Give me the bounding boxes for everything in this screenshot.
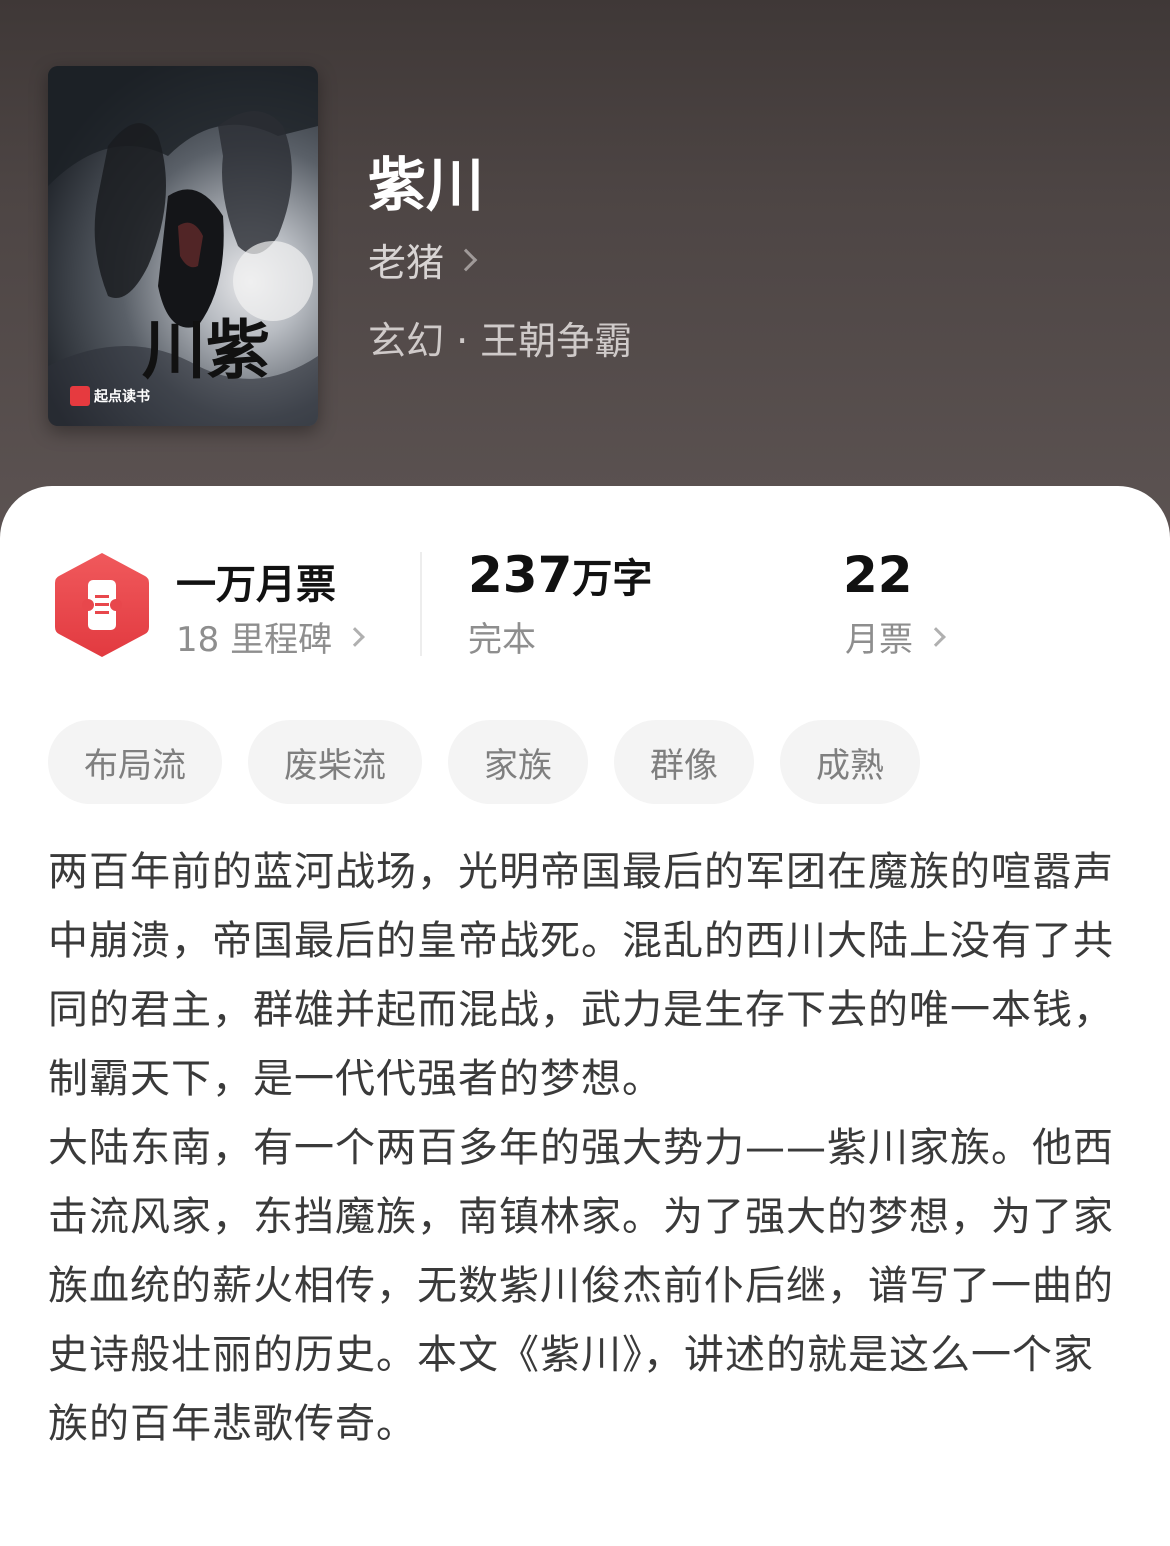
tag-chip[interactable]: 废柴流 [248, 720, 422, 804]
word-count-number: 237 [468, 546, 573, 604]
tag-chip[interactable]: 群像 [614, 720, 754, 804]
milestones-label: 18 里程碑 [176, 620, 333, 660]
word-count: 237 万字 [468, 546, 652, 604]
milestones-link[interactable]: 18 里程碑 [176, 612, 365, 661]
monthly-ticket-count: 22 [843, 546, 913, 604]
qidian-logo-icon [70, 386, 90, 406]
cover-title-art: 紫川 [131, 316, 270, 376]
book-header: 紫川 起点读书 紫川 老猪 玄幻 · 王朝争霸 [0, 0, 1170, 560]
tag-chip[interactable]: 成熟 [780, 720, 920, 804]
stats-row: 一万月票 18 里程碑 237 万字 完本 22 月票 [0, 546, 1170, 666]
chevron-right-icon [454, 248, 478, 271]
tag-list: 布局流 废柴流 家族 群像 成熟 [48, 720, 920, 804]
book-title: 紫川 [368, 151, 485, 219]
book-description[interactable]: 两百年前的蓝河战场，光明帝国最后的军团在魔族的喧嚣声中崩溃，帝国最后的皇帝战死。… [48, 838, 1123, 1459]
stats-divider [420, 552, 422, 656]
publisher-logo: 起点读书 [70, 386, 150, 406]
description-paragraph: 两百年前的蓝河战场，光明帝国最后的军团在魔族的喧嚣声中崩溃，帝国最后的皇帝战死。… [48, 849, 1114, 1102]
word-count-unit: 万字 [572, 556, 653, 602]
book-detail-sheet: 一万月票 18 里程碑 237 万字 完本 22 月票 布局流 废柴流 家族 群… [0, 486, 1170, 1546]
book-genre: 玄幻 · 王朝争霸 [368, 319, 633, 363]
monthly-ticket-badge-icon [55, 553, 149, 657]
monthly-tickets-link[interactable]: 月票 [845, 612, 946, 661]
chevron-right-icon [345, 626, 365, 647]
publisher-name: 起点读书 [94, 389, 150, 405]
monthly-tickets-label: 月票 [845, 620, 913, 660]
description-paragraph: 大陆东南，有一个两百多年的强大势力——紫川家族。他西击流风家，东挡魔族，南镇林家… [48, 1125, 1114, 1447]
author-link[interactable]: 老猪 [368, 232, 478, 287]
monthly-ticket-tier: 一万月票 [176, 562, 336, 608]
tag-chip[interactable]: 家族 [448, 720, 588, 804]
book-cover[interactable]: 紫川 起点读书 [48, 66, 318, 426]
author-name: 老猪 [368, 241, 445, 285]
tag-chip[interactable]: 布局流 [48, 720, 222, 804]
book-status: 完本 [468, 620, 536, 660]
chevron-right-icon [926, 626, 946, 647]
